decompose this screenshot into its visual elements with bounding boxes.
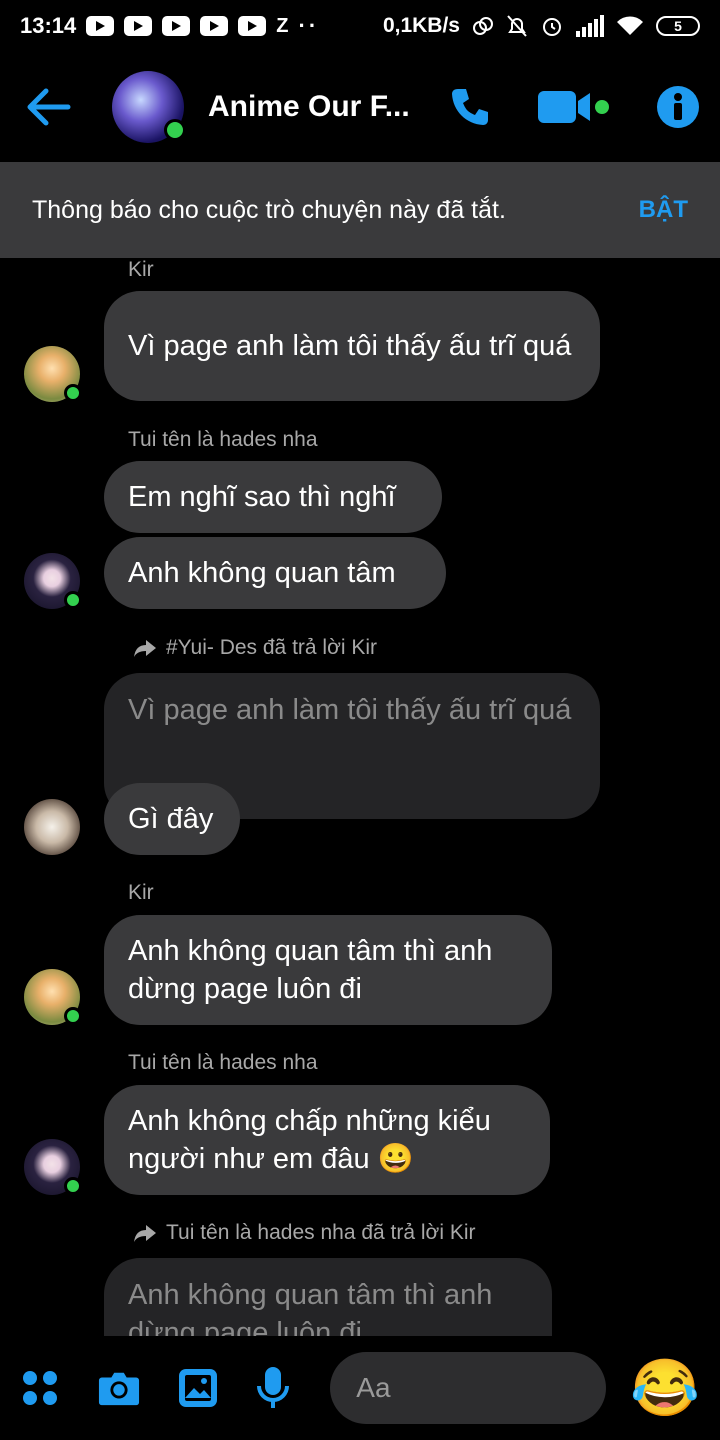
youtube-notification-icon	[238, 16, 267, 36]
battery-icon: 5	[656, 16, 700, 36]
message-bubble[interactable]: Anh không quan tâm	[104, 537, 446, 609]
online-indicator	[164, 119, 186, 141]
avatar[interactable]	[24, 799, 80, 855]
message-bubble[interactable]: Em nghĩ sao thì nghĩ	[104, 461, 442, 533]
group-avatar[interactable]	[112, 71, 186, 143]
zalo-notification-icon: Z	[276, 14, 289, 37]
gallery-button[interactable]	[178, 1367, 218, 1409]
message-list[interactable]: Kir Vì page anh làm tôi thấy ấu trĩ quá …	[0, 258, 720, 1336]
camera-button[interactable]	[98, 1367, 140, 1409]
youtube-notification-icon	[86, 16, 115, 36]
reply-indicator-text: Tui tên là hades nha đã trả lời Kir	[166, 1221, 476, 1244]
signal-icon	[576, 15, 604, 37]
muted-banner-text: Thông báo cho cuộc trò chuyện này đã tắt…	[32, 195, 506, 224]
bell-off-icon	[507, 15, 527, 37]
reply-indicator-text: #Yui- Des đã trả lời Kir	[166, 636, 378, 659]
video-call-icon[interactable]	[538, 87, 610, 127]
info-icon[interactable]	[656, 85, 700, 129]
avatar[interactable]	[24, 553, 82, 609]
camera-icon	[98, 1372, 140, 1406]
four-dots-icon	[23, 1371, 57, 1405]
composer-bar: 😂	[0, 1336, 720, 1440]
wifi-icon	[617, 16, 643, 35]
reply-indicator: Tui tên là hades nha đã trả lời Kir	[132, 1221, 476, 1245]
more-notifications-icon: ··	[298, 13, 320, 38]
image-icon	[179, 1369, 217, 1407]
phone-call-icon[interactable]	[448, 85, 492, 129]
back-button[interactable]	[20, 79, 76, 135]
message-bubble[interactable]: Anh không chấp những kiểu người như em đ…	[104, 1085, 550, 1195]
avatar[interactable]	[24, 1139, 82, 1195]
sender-name: Tui tên là hades nha	[128, 428, 318, 451]
youtube-notification-icon	[124, 16, 153, 36]
reply-arrow-icon	[134, 1225, 156, 1242]
avatar[interactable]	[24, 346, 82, 402]
unmute-button[interactable]: BẬT	[639, 196, 688, 224]
voice-button[interactable]	[256, 1367, 290, 1409]
alarm-icon	[543, 18, 561, 36]
link-icon	[473, 17, 493, 35]
youtube-notification-icon	[162, 16, 191, 36]
reply-indicator: #Yui- Des đã trả lời Kir	[132, 636, 377, 660]
notifications-muted-banner: Thông báo cho cuộc trò chuyện này đã tắt…	[0, 162, 720, 258]
status-bar: 13:14 Z ·· 0,1KB/s 5	[0, 0, 720, 52]
quick-reaction-button[interactable]: 😂	[630, 1360, 700, 1416]
conversation-title[interactable]: Anime Our F...	[208, 90, 418, 124]
avatar[interactable]	[24, 969, 82, 1025]
sender-name: Tui tên là hades nha	[128, 1051, 318, 1074]
microphone-icon	[257, 1367, 290, 1408]
sender-name: Kir	[128, 258, 154, 281]
sender-name: Kir	[128, 881, 154, 904]
reply-arrow-icon	[134, 640, 156, 657]
more-actions-button[interactable]	[20, 1367, 60, 1409]
quoted-message[interactable]: Anh không quan tâm thì anh dừng page luô…	[104, 1258, 552, 1336]
message-bubble[interactable]: Anh không quan tâm thì anh dừng page luô…	[104, 915, 552, 1025]
online-indicator	[64, 1007, 82, 1025]
network-speed: 0,1KB/s	[382, 14, 460, 37]
status-time: 13:14	[20, 13, 77, 38]
message-compose[interactable]	[330, 1352, 720, 1424]
online-indicator	[64, 1177, 82, 1195]
online-indicator	[64, 591, 82, 609]
back-arrow-icon	[27, 88, 71, 126]
conversation-header: Anime Our F...	[0, 52, 720, 162]
message-bubble[interactable]: Vì page anh làm tôi thấy ấu trĩ quá	[104, 291, 600, 401]
youtube-notification-icon	[200, 16, 229, 36]
message-bubble[interactable]: Gì đây	[104, 783, 240, 855]
online-indicator	[64, 384, 82, 402]
